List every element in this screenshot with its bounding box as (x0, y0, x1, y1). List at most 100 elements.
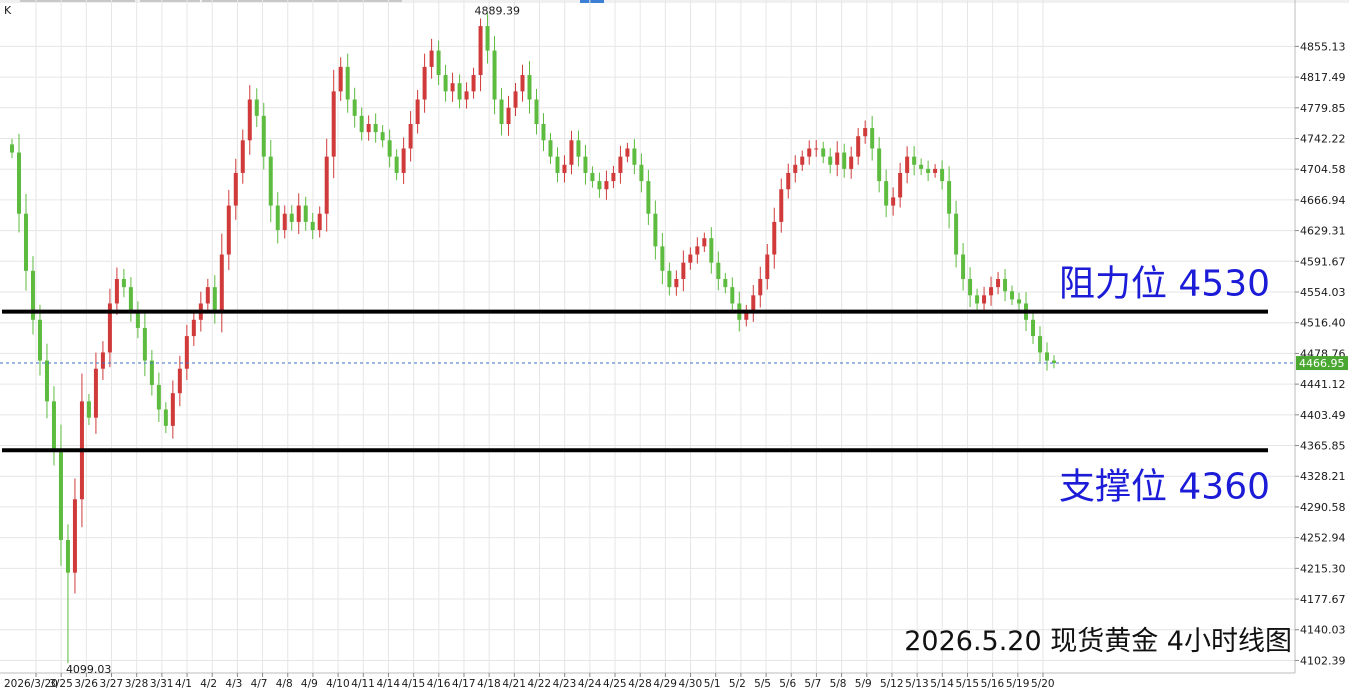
candle-body (772, 221, 777, 255)
candle-body (527, 75, 532, 100)
x-tick-label: 4/8 (276, 678, 293, 689)
resistance-annotation: 阻力位 4530 (1059, 264, 1270, 305)
candle-body (821, 148, 826, 157)
candle-body (975, 295, 980, 304)
low-price-label: 4099.03 (66, 663, 112, 676)
candle-body (800, 156, 805, 165)
x-tick-label: 4/30 (679, 678, 703, 689)
y-tick-label: 4554.03 (1300, 286, 1346, 299)
horizontal-gridlines (0, 45, 1295, 661)
candle-body (604, 181, 609, 190)
candle-body (471, 75, 476, 92)
x-tick-label: 3/28 (125, 678, 149, 689)
candle-body (919, 164, 924, 169)
candle-body (548, 140, 553, 157)
candle-body (93, 368, 98, 418)
candle-body (667, 270, 672, 288)
x-tick-label: 5/6 (779, 678, 796, 689)
candle-body (639, 164, 644, 182)
candle-body (730, 287, 735, 304)
candle-body (408, 123, 413, 149)
candle-body (940, 168, 945, 182)
candle-body (646, 181, 651, 214)
y-tick-label: 4629.31 (1300, 225, 1346, 238)
y-tick-label: 4140.03 (1300, 624, 1346, 637)
candle-body (457, 83, 462, 100)
x-tick-label: 5/19 (1006, 678, 1030, 689)
candle-body (1017, 299, 1022, 304)
x-tick-label: 5/9 (855, 678, 872, 689)
candle-body (926, 168, 931, 173)
candle-body (947, 181, 952, 214)
y-tick-label: 4779.85 (1300, 102, 1346, 115)
x-tick-label: 4/11 (351, 678, 375, 689)
candle-body (842, 152, 847, 169)
candle-body (569, 140, 574, 165)
candle-body (86, 401, 91, 418)
candle-body (415, 99, 420, 124)
candle-body (478, 26, 483, 76)
candle-body (254, 99, 259, 116)
candle-body (310, 221, 315, 231)
chart-background (0, 0, 1349, 689)
candle-body (688, 254, 693, 263)
candle-body (135, 311, 140, 328)
candle-body (345, 66, 350, 100)
x-tick-label: 4/18 (477, 678, 501, 689)
y-tick-label: 4215.30 (1300, 562, 1346, 575)
candle-body (793, 164, 798, 173)
candle-body (828, 156, 833, 165)
candle-body (275, 205, 280, 231)
candlestick-chart: K 4855.13 4817.49 4779.85 4742.22 4704.58 466… (0, 0, 1349, 689)
candle-body (856, 136, 861, 157)
x-tick-label: 4/10 (326, 678, 350, 689)
candle-body (359, 115, 364, 133)
candle-body (121, 278, 126, 288)
x-tick-label: 4/16 (427, 678, 451, 689)
x-tick-label: 5/15 (955, 678, 979, 689)
x-tick-label: 3/27 (100, 678, 124, 689)
candle-body (380, 132, 385, 141)
candle-body (870, 128, 875, 149)
y-tick-label: 4704.58 (1300, 163, 1346, 176)
candle-body (905, 156, 910, 173)
x-tick-label: 4/7 (251, 678, 268, 689)
candle-body (338, 66, 343, 92)
candle-body (611, 172, 616, 182)
candle-body (114, 278, 119, 304)
candle-body (128, 287, 133, 312)
candle-body (709, 238, 714, 263)
candle-body (765, 254, 770, 279)
candle-body (555, 156, 560, 173)
candle-body (142, 327, 147, 361)
candle-body (373, 123, 378, 133)
candle-body (394, 156, 399, 173)
candle-body (464, 91, 469, 100)
x-tick-label: 3/25 (49, 678, 73, 689)
candle-body (58, 450, 63, 541)
candle-body (177, 368, 182, 394)
candle-body (51, 401, 56, 451)
candle-body (450, 83, 455, 92)
x-tick-label: 4/29 (653, 678, 677, 689)
candle-body (499, 99, 504, 124)
y-tick-label: 4290.58 (1300, 501, 1346, 514)
candle-body (100, 352, 105, 369)
candle-body (1031, 319, 1036, 337)
candle-body (835, 152, 840, 165)
y-tick-label: 4855.13 (1300, 40, 1346, 53)
candle-body (401, 148, 406, 173)
active-tab-marker[interactable] (580, 0, 604, 3)
top-tab-strip (0, 0, 1349, 3)
x-tick-label: 5/7 (804, 678, 821, 689)
candle-body (303, 205, 308, 222)
candle-body (576, 140, 581, 157)
candle-body (506, 107, 511, 124)
candle-body (65, 540, 70, 573)
candle-body (912, 156, 917, 165)
candle-body (590, 172, 595, 182)
candle-body (296, 205, 301, 222)
x-tick-label: 5/14 (930, 678, 954, 689)
x-tick-label: 4/17 (452, 678, 476, 689)
y-tick-label: 4365.85 (1300, 440, 1346, 453)
